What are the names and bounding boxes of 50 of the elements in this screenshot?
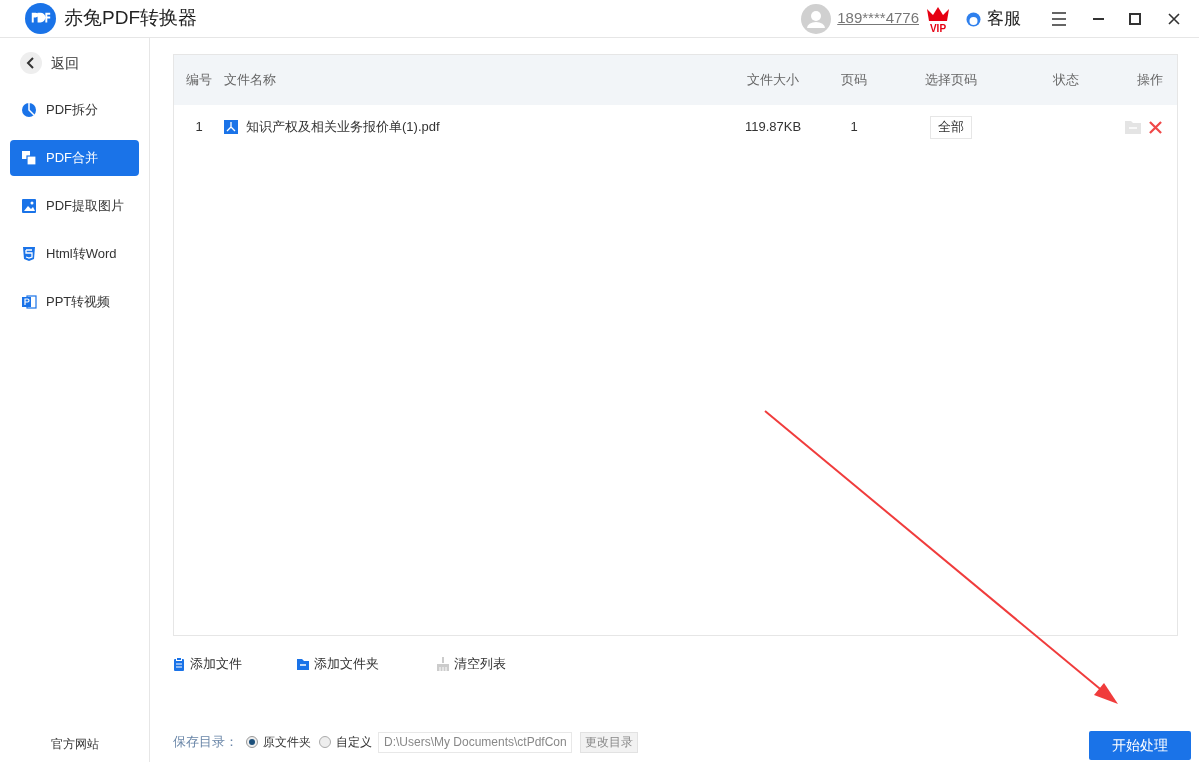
menu-icon[interactable] xyxy=(1051,11,1067,26)
overlapping-squares-icon xyxy=(21,150,37,166)
support-link[interactable]: 客服 xyxy=(987,5,1021,32)
back-icon[interactable] xyxy=(20,52,42,74)
support-icon xyxy=(966,10,981,27)
column-header: 文件名称 xyxy=(224,71,277,90)
pie-chart-icon xyxy=(21,102,37,118)
radio-label[interactable]: 自定义 xyxy=(336,733,372,751)
nav-item[interactable]: PDF提取图片 xyxy=(10,188,139,224)
pdf-logo-icon xyxy=(25,3,56,34)
column-header: 编号 xyxy=(185,71,213,90)
toolbar-button[interactable]: 添加文件夹 xyxy=(297,654,437,674)
column-header: 操作 xyxy=(1135,71,1164,90)
toolbar-button[interactable]: 清空列表 xyxy=(437,654,527,674)
html5-icon xyxy=(21,246,37,262)
image-icon xyxy=(21,198,37,214)
slide-document-icon xyxy=(21,294,37,310)
radio-button[interactable] xyxy=(319,736,331,748)
avatar-icon xyxy=(801,3,832,34)
column-header: 文件大小 xyxy=(746,71,800,90)
save-directory-label: 保存目录： xyxy=(173,733,238,752)
pdf-file-icon xyxy=(224,120,238,134)
column-header: 选择页码 xyxy=(924,71,978,90)
column-header: 状态 xyxy=(1052,71,1080,90)
toolbar-button[interactable]: 添加文件 xyxy=(173,654,297,674)
nav-item[interactable]: PDF合并 xyxy=(10,140,139,176)
minimize-icon[interactable] xyxy=(1093,17,1104,20)
table-cell-text: 1 xyxy=(194,118,204,137)
nav-item[interactable]: PPT转视频 xyxy=(10,284,139,320)
official-site-link[interactable]: 官方网站 xyxy=(0,735,149,753)
radio-button[interactable] xyxy=(246,736,258,748)
file-name: 知识产权及相关业务报价单(1).pdf xyxy=(246,118,440,137)
radio-label[interactable]: 原文件夹 xyxy=(263,733,311,751)
column-header: 页码 xyxy=(840,71,868,90)
path-field[interactable]: D:\Users\My Documents\ctPdfCon xyxy=(378,731,572,753)
close-icon[interactable] xyxy=(1168,12,1180,25)
table-cell-text: 1 xyxy=(849,118,859,137)
table-cell-text: 119.87KB xyxy=(743,118,803,137)
broom-icon xyxy=(437,657,449,671)
nav-item[interactable]: PDF拆分 xyxy=(10,92,139,128)
app-title: 赤兔PDF转换器 xyxy=(64,6,197,31)
clipboard-icon xyxy=(173,657,185,671)
back-link[interactable]: 返回 xyxy=(51,52,79,74)
account-link[interactable]: 189****4776 xyxy=(837,7,919,30)
delete-icon[interactable] xyxy=(1149,120,1162,134)
start-button[interactable]: 开始处理 xyxy=(1089,730,1191,760)
nav-item[interactable]: Html转Word xyxy=(10,236,139,272)
folder-icon xyxy=(297,657,309,671)
maximize-icon[interactable] xyxy=(1129,12,1141,25)
page-selection-button[interactable]: 全部 xyxy=(930,115,972,139)
